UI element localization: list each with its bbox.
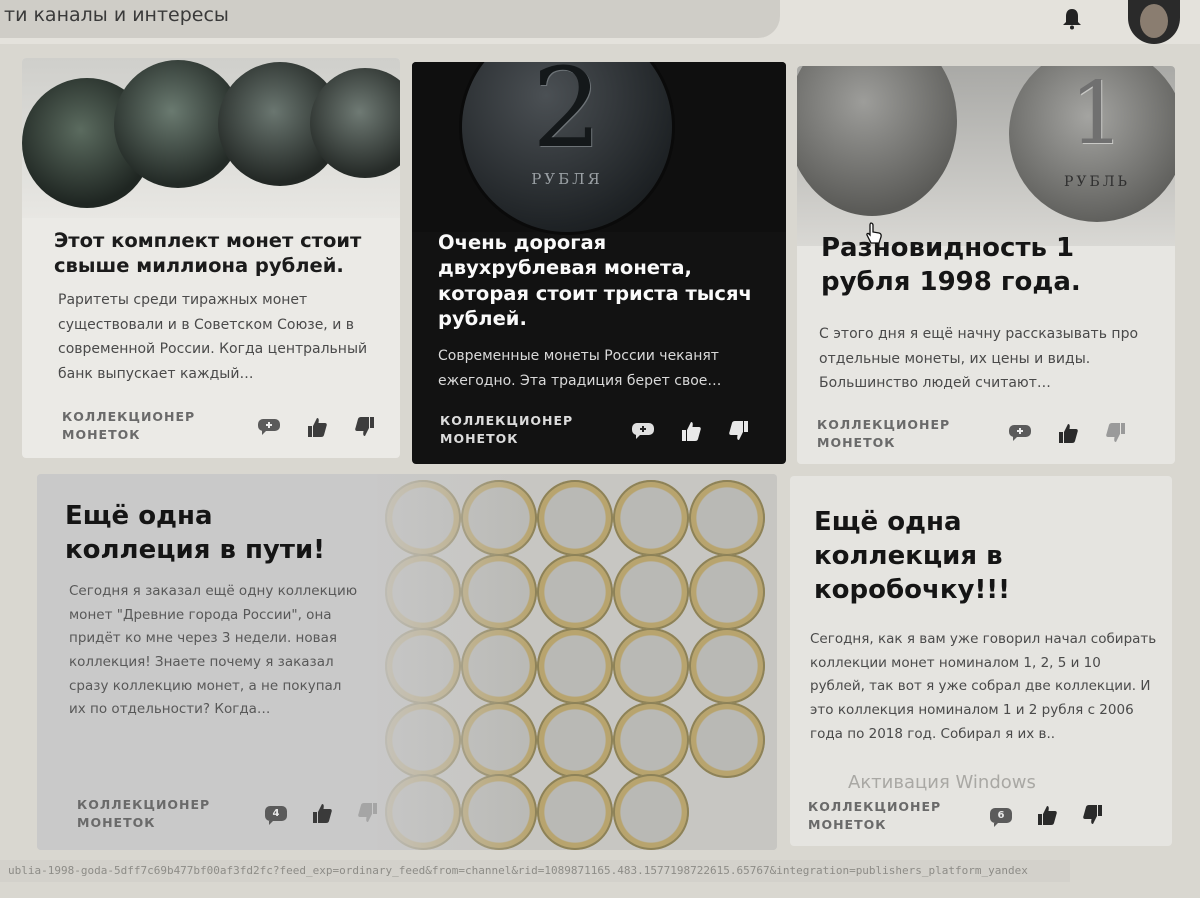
article-excerpt: Сегодня я заказал ещё одну коллекцию мон… bbox=[69, 583, 358, 718]
search-text: ти каналы и интересы bbox=[4, 4, 229, 26]
bell-icon[interactable] bbox=[1060, 6, 1084, 32]
channel-name-line1: КОЛЛЕКЦИОНЕР bbox=[817, 417, 951, 432]
article-image bbox=[22, 58, 400, 218]
comment-count: 4 bbox=[265, 805, 287, 825]
coin-value: 2 bbox=[532, 62, 602, 172]
channel-name-line2: МОНЕТОК bbox=[77, 815, 156, 831]
article-card[interactable]: Ещё одна коллеция в пути! Сегодня я зака… bbox=[37, 474, 777, 850]
comment-count: 6 bbox=[990, 807, 1012, 827]
channel-name-line1: КОЛЛЕКЦИОНЕР bbox=[440, 413, 574, 428]
channel-name[interactable]: КОЛЛЕКЦИОНЕР МОНЕТОК bbox=[62, 408, 195, 444]
comment-icon[interactable]: 6 bbox=[990, 807, 1012, 827]
channel-name[interactable]: КОЛЛЕКЦИОНЕР МОНЕТОК bbox=[808, 798, 941, 834]
channel-name[interactable]: КОЛЛЕКЦИОНЕР МОНЕТОК bbox=[77, 796, 210, 832]
article-excerpt: Раритеты среди тиражных монет существова… bbox=[58, 292, 368, 382]
article-excerpt: Сегодня, как я вам уже говорил начал соб… bbox=[810, 631, 1157, 742]
like-icon[interactable] bbox=[306, 416, 328, 438]
article-card[interactable]: Этот комплект монет стоит свыше миллиона… bbox=[22, 58, 400, 458]
channel-name-line2: МОНЕТОК bbox=[808, 817, 887, 833]
article-title[interactable]: Этот комплект монет стоит свыше миллиона… bbox=[54, 228, 384, 279]
windows-activation-watermark: Активация Windows bbox=[848, 772, 1036, 793]
channel-name-line1: КОЛЛЕКЦИОНЕР bbox=[62, 409, 196, 424]
dislike-icon[interactable] bbox=[1105, 422, 1127, 444]
status-bar-url: ublia-1998-goda-5dff7c69b477bf00af3fd2fc… bbox=[0, 860, 1070, 882]
card-actions: 6 bbox=[990, 804, 1104, 827]
article-image: 1 РУБЛЬ bbox=[797, 66, 1175, 246]
like-icon[interactable] bbox=[1057, 422, 1079, 444]
channel-name[interactable]: КОЛЛЕКЦИОНЕР МОНЕТОК bbox=[440, 412, 573, 448]
channel-name[interactable]: КОЛЛЕКЦИОНЕР МОНЕТОК bbox=[817, 416, 950, 452]
article-title[interactable]: Ещё одна коллекция в коробочку!!! bbox=[814, 506, 1114, 607]
search-input[interactable]: ти каналы и интересы bbox=[0, 0, 780, 38]
channel-name-line2: МОНЕТОК bbox=[62, 427, 141, 443]
article-title[interactable]: Ещё одна коллеция в пути! bbox=[65, 500, 365, 568]
card-actions bbox=[1009, 422, 1127, 444]
card-actions: 4 bbox=[265, 802, 379, 825]
article-title[interactable]: Очень дорогая двухрублевая монета, котор… bbox=[438, 230, 768, 331]
top-bar: ти каналы и интересы bbox=[0, 0, 1200, 44]
article-card[interactable]: 2 РУБЛЯ Очень дорогая двухрублевая монет… bbox=[412, 62, 786, 464]
mouse-pointer-icon bbox=[865, 222, 883, 248]
comment-icon[interactable] bbox=[258, 419, 280, 435]
comment-icon[interactable] bbox=[1009, 425, 1031, 441]
comment-icon[interactable]: 4 bbox=[265, 805, 287, 825]
dislike-icon[interactable] bbox=[357, 802, 379, 824]
dislike-icon[interactable] bbox=[354, 416, 376, 438]
dislike-icon[interactable] bbox=[728, 420, 750, 442]
channel-name-line1: КОЛЛЕКЦИОНЕР bbox=[808, 799, 942, 814]
channel-name-line2: МОНЕТОК bbox=[817, 435, 896, 451]
article-card[interactable]: 1 РУБЛЬ Разновидность 1 рубля 1998 года.… bbox=[797, 66, 1175, 464]
avatar[interactable] bbox=[1128, 0, 1180, 44]
coin-word: РУБЛЯ bbox=[531, 170, 603, 188]
coin-word: РУБЛЬ bbox=[1064, 174, 1130, 190]
coin-value: 1 bbox=[1069, 66, 1125, 164]
channel-name-line1: КОЛЛЕКЦИОНЕР bbox=[77, 797, 211, 812]
dislike-icon[interactable] bbox=[1082, 804, 1104, 826]
like-icon[interactable] bbox=[311, 802, 333, 824]
like-icon[interactable] bbox=[680, 420, 702, 442]
channel-name-line2: МОНЕТОК bbox=[440, 431, 519, 447]
comment-icon[interactable] bbox=[632, 423, 654, 439]
article-image: 2 РУБЛЯ bbox=[412, 62, 786, 232]
article-excerpt: С этого дня я ещё начну рассказывать про… bbox=[819, 326, 1139, 391]
card-actions bbox=[258, 416, 376, 438]
card-actions bbox=[632, 420, 750, 442]
like-icon[interactable] bbox=[1036, 804, 1058, 826]
article-excerpt: Современные монеты России чеканят ежегод… bbox=[438, 348, 722, 389]
